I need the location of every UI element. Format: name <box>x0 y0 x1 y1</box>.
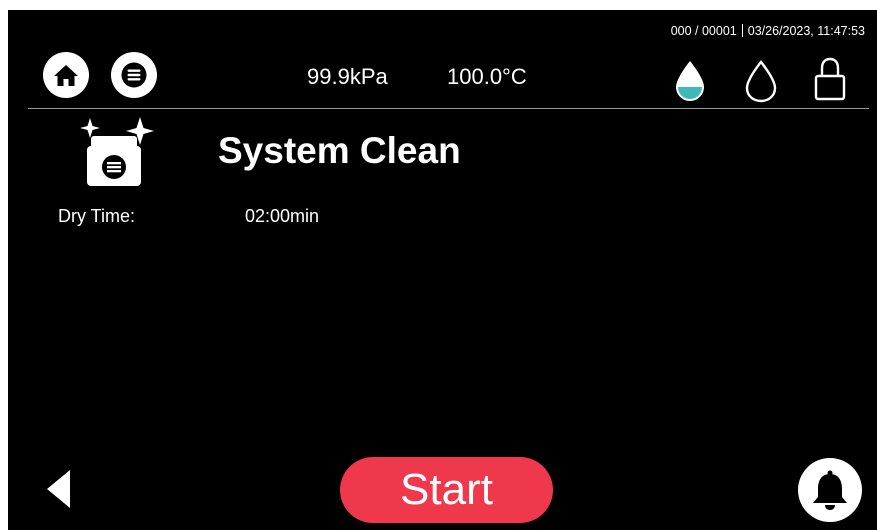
system-clean-icon <box>80 117 154 186</box>
water-drop-icon <box>745 60 777 103</box>
menu-button[interactable] <box>111 52 157 98</box>
water-level-icon <box>676 61 704 101</box>
page-title: System Clean <box>218 130 461 171</box>
header-divider <box>28 108 869 109</box>
menu-icon <box>121 62 147 88</box>
pressure-readout: 99.9kPa <box>307 64 388 89</box>
status-separator <box>741 24 743 37</box>
bell-icon <box>813 470 847 510</box>
status-line: 000 / 00001 03/26/2023, 11:47:53 <box>671 24 865 38</box>
back-arrow-icon[interactable] <box>44 468 74 510</box>
alarm-button[interactable] <box>798 458 862 522</box>
temperature-readout: 100.0°C <box>447 64 527 89</box>
home-icon <box>54 65 78 86</box>
device-screen: 000 / 00001 03/26/2023, 11:47:53 99.9kPa … <box>8 10 877 530</box>
start-button[interactable]: Start <box>340 457 553 523</box>
home-button[interactable] <box>43 52 89 98</box>
datetime: 03/26/2023, 11:47:53 <box>747 24 865 38</box>
lock-icon[interactable] <box>812 56 848 102</box>
dry-time-value: 02:00min <box>245 206 320 226</box>
dry-time-label: Dry Time: <box>58 206 136 226</box>
cycle-counter: 000 / 00001 <box>670 24 737 38</box>
